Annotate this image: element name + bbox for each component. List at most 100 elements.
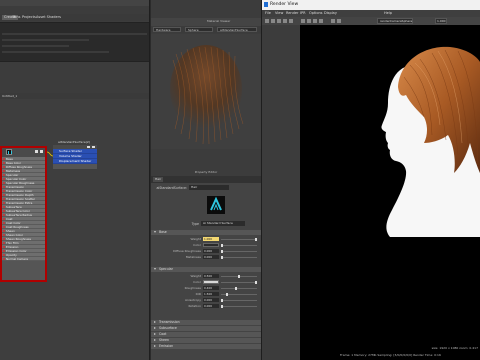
color-swatch[interactable] bbox=[203, 243, 219, 247]
render-view-title: Render View bbox=[270, 2, 299, 7]
browser-row bbox=[2, 33, 147, 35]
attr-row: Roughness 0.400 bbox=[151, 286, 261, 291]
menu-view[interactable]: View bbox=[275, 11, 283, 15]
attr-row: Anisotropy 0.000 bbox=[151, 298, 261, 303]
ipr-icon[interactable] bbox=[283, 19, 287, 23]
geometry-select[interactable]: Sphere bbox=[185, 27, 213, 32]
attr-row: IOR 1.500 bbox=[151, 292, 261, 297]
material-browser[interactable] bbox=[0, 22, 149, 62]
attr-value-field[interactable]: 0.000 bbox=[203, 304, 219, 308]
material-viewer-panel: Material Viewer Hardware Sphere aiStanda… bbox=[151, 0, 261, 360]
attr-label: Color bbox=[193, 243, 201, 247]
attr-row: Weight 0.500 bbox=[151, 274, 261, 279]
section-subsurface[interactable]: Subsurface bbox=[151, 326, 261, 331]
tab-asset-shaders[interactable]: Asset Shaders bbox=[36, 15, 61, 20]
attr-slider[interactable] bbox=[221, 293, 257, 296]
attr-value-field[interactable]: 0.000 bbox=[203, 255, 219, 259]
node-swatch-icon[interactable] bbox=[87, 146, 90, 148]
tab-bins[interactable]: Bins bbox=[13, 15, 20, 20]
attr-label: Weight bbox=[190, 274, 201, 278]
menu-display[interactable]: Display bbox=[324, 11, 337, 15]
menu-options[interactable]: Options bbox=[309, 11, 323, 15]
attr-slider[interactable] bbox=[221, 287, 257, 290]
zoom-fit-icon[interactable] bbox=[313, 19, 317, 23]
graph-tab-label[interactable]: Untitled_1 bbox=[2, 94, 17, 98]
node-attribute-list: Base Base Color Diffuse Roughness Metalness… bbox=[2, 157, 45, 261]
zoom-field[interactable]: 1.000 bbox=[435, 18, 447, 24]
tab-projects[interactable]: Projects bbox=[22, 15, 36, 20]
node-swatch-icon[interactable] bbox=[35, 150, 38, 153]
section-transmission[interactable]: Transmission bbox=[151, 320, 261, 325]
node-expand-icon[interactable] bbox=[92, 146, 95, 148]
section-coat[interactable]: Coat bbox=[151, 332, 261, 337]
maya-app-icon bbox=[264, 2, 268, 7]
color-swatch[interactable] bbox=[203, 280, 219, 284]
node-header[interactable] bbox=[2, 148, 45, 157]
keep-image-icon[interactable] bbox=[331, 19, 335, 23]
zoom-reset-icon[interactable] bbox=[319, 19, 323, 23]
attr-slider[interactable] bbox=[221, 299, 257, 302]
attr-row: Diffuse Roughness 0.000 bbox=[151, 249, 261, 254]
material-preview[interactable] bbox=[151, 34, 261, 149]
menu-file[interactable]: File bbox=[265, 11, 271, 15]
section-sheen[interactable]: Sheen bbox=[151, 338, 261, 343]
attr-value-field[interactable]: 1.500 bbox=[203, 292, 219, 296]
type-row: Type Ai Standard Surface bbox=[151, 221, 261, 227]
attr-slider[interactable] bbox=[221, 281, 257, 284]
attr-slider[interactable] bbox=[221, 256, 257, 259]
attr-slider[interactable] bbox=[221, 238, 257, 241]
alpha-channel-icon[interactable] bbox=[307, 19, 311, 23]
material-viewer-title: Material Viewer bbox=[207, 19, 231, 23]
attr-value-field[interactable]: 0.400 bbox=[203, 286, 219, 290]
attr-slider[interactable] bbox=[221, 244, 257, 247]
attr-value-field[interactable]: 0.000 bbox=[203, 249, 219, 253]
section-emission[interactable]: Emission bbox=[151, 344, 261, 349]
rgb-channel-icon[interactable] bbox=[301, 19, 305, 23]
section-specular[interactable]: Specular bbox=[151, 267, 261, 272]
section-base[interactable]: Base bbox=[151, 230, 261, 235]
attr-row: Color bbox=[151, 243, 261, 248]
render-view-titlebar[interactable]: Render View bbox=[262, 0, 480, 10]
attr-slider[interactable] bbox=[221, 305, 257, 308]
hypershade-panel: Create Bins Projects Asset Shaders Untit… bbox=[0, 0, 150, 360]
node-attribute[interactable]: Displacement Shader bbox=[53, 159, 97, 164]
render-icon[interactable] bbox=[265, 19, 269, 23]
type-label: Type bbox=[191, 222, 199, 226]
camera-select[interactable]: renderCameraSphere bbox=[377, 18, 413, 24]
remove-image-icon[interactable] bbox=[337, 19, 341, 23]
shader-select[interactable]: aiStandardSurface bbox=[217, 27, 257, 32]
shader-name-field[interactable]: Hair bbox=[189, 185, 229, 190]
attr-row: Color bbox=[151, 280, 261, 285]
render-image-canvas[interactable] bbox=[300, 25, 480, 345]
attr-value-field[interactable]: 0.500 bbox=[203, 274, 219, 278]
renderer-select[interactable]: Hardware bbox=[153, 27, 181, 32]
attr-row: Metalness 0.000 bbox=[151, 255, 261, 260]
attr-label: Anisotropy bbox=[184, 298, 201, 302]
node-title: aiStandardSurface(2) bbox=[58, 140, 90, 144]
menu-render[interactable]: Render bbox=[286, 11, 298, 15]
browser-row bbox=[2, 51, 109, 53]
attr-row: Weight 1.000 bbox=[151, 237, 261, 242]
render-size-info: size: 1920 x 1080 zoom: 0.417 bbox=[431, 346, 478, 350]
node-header[interactable] bbox=[53, 145, 97, 149]
menu-ipr[interactable]: IPR bbox=[300, 11, 306, 15]
hypershade-tabbar: Create Bins Projects Asset Shaders bbox=[0, 14, 149, 21]
node-expand-icon[interactable] bbox=[40, 150, 43, 153]
node-attribute[interactable]: Normal Camera bbox=[2, 257, 45, 261]
property-editor-title: Property Editor bbox=[151, 170, 261, 175]
attr-value-field[interactable]: 1.000 bbox=[203, 237, 219, 241]
attr-slider[interactable] bbox=[221, 250, 257, 253]
menu-help[interactable]: Help bbox=[384, 11, 392, 15]
render-view-toolbar: renderCameraSphere 1.000 bbox=[262, 17, 480, 25]
render-region-icon[interactable] bbox=[271, 19, 275, 23]
attr-value-field[interactable]: 0.000 bbox=[203, 298, 219, 302]
snapshot-icon[interactable] bbox=[277, 19, 281, 23]
render-view-side-area bbox=[262, 25, 300, 360]
attr-label: IOR bbox=[195, 292, 201, 296]
tab-hair[interactable]: Hair bbox=[153, 177, 164, 182]
refresh-icon[interactable] bbox=[289, 19, 293, 23]
node-aistandardsurface[interactable]: Base Base Color Diffuse Roughness Metalness… bbox=[0, 146, 47, 282]
node-hair-shading-group[interactable]: Surface Shader Volume Shader Displacemen… bbox=[53, 145, 97, 169]
type-select[interactable]: Ai Standard Surface bbox=[201, 221, 245, 226]
attr-slider[interactable] bbox=[221, 275, 257, 278]
